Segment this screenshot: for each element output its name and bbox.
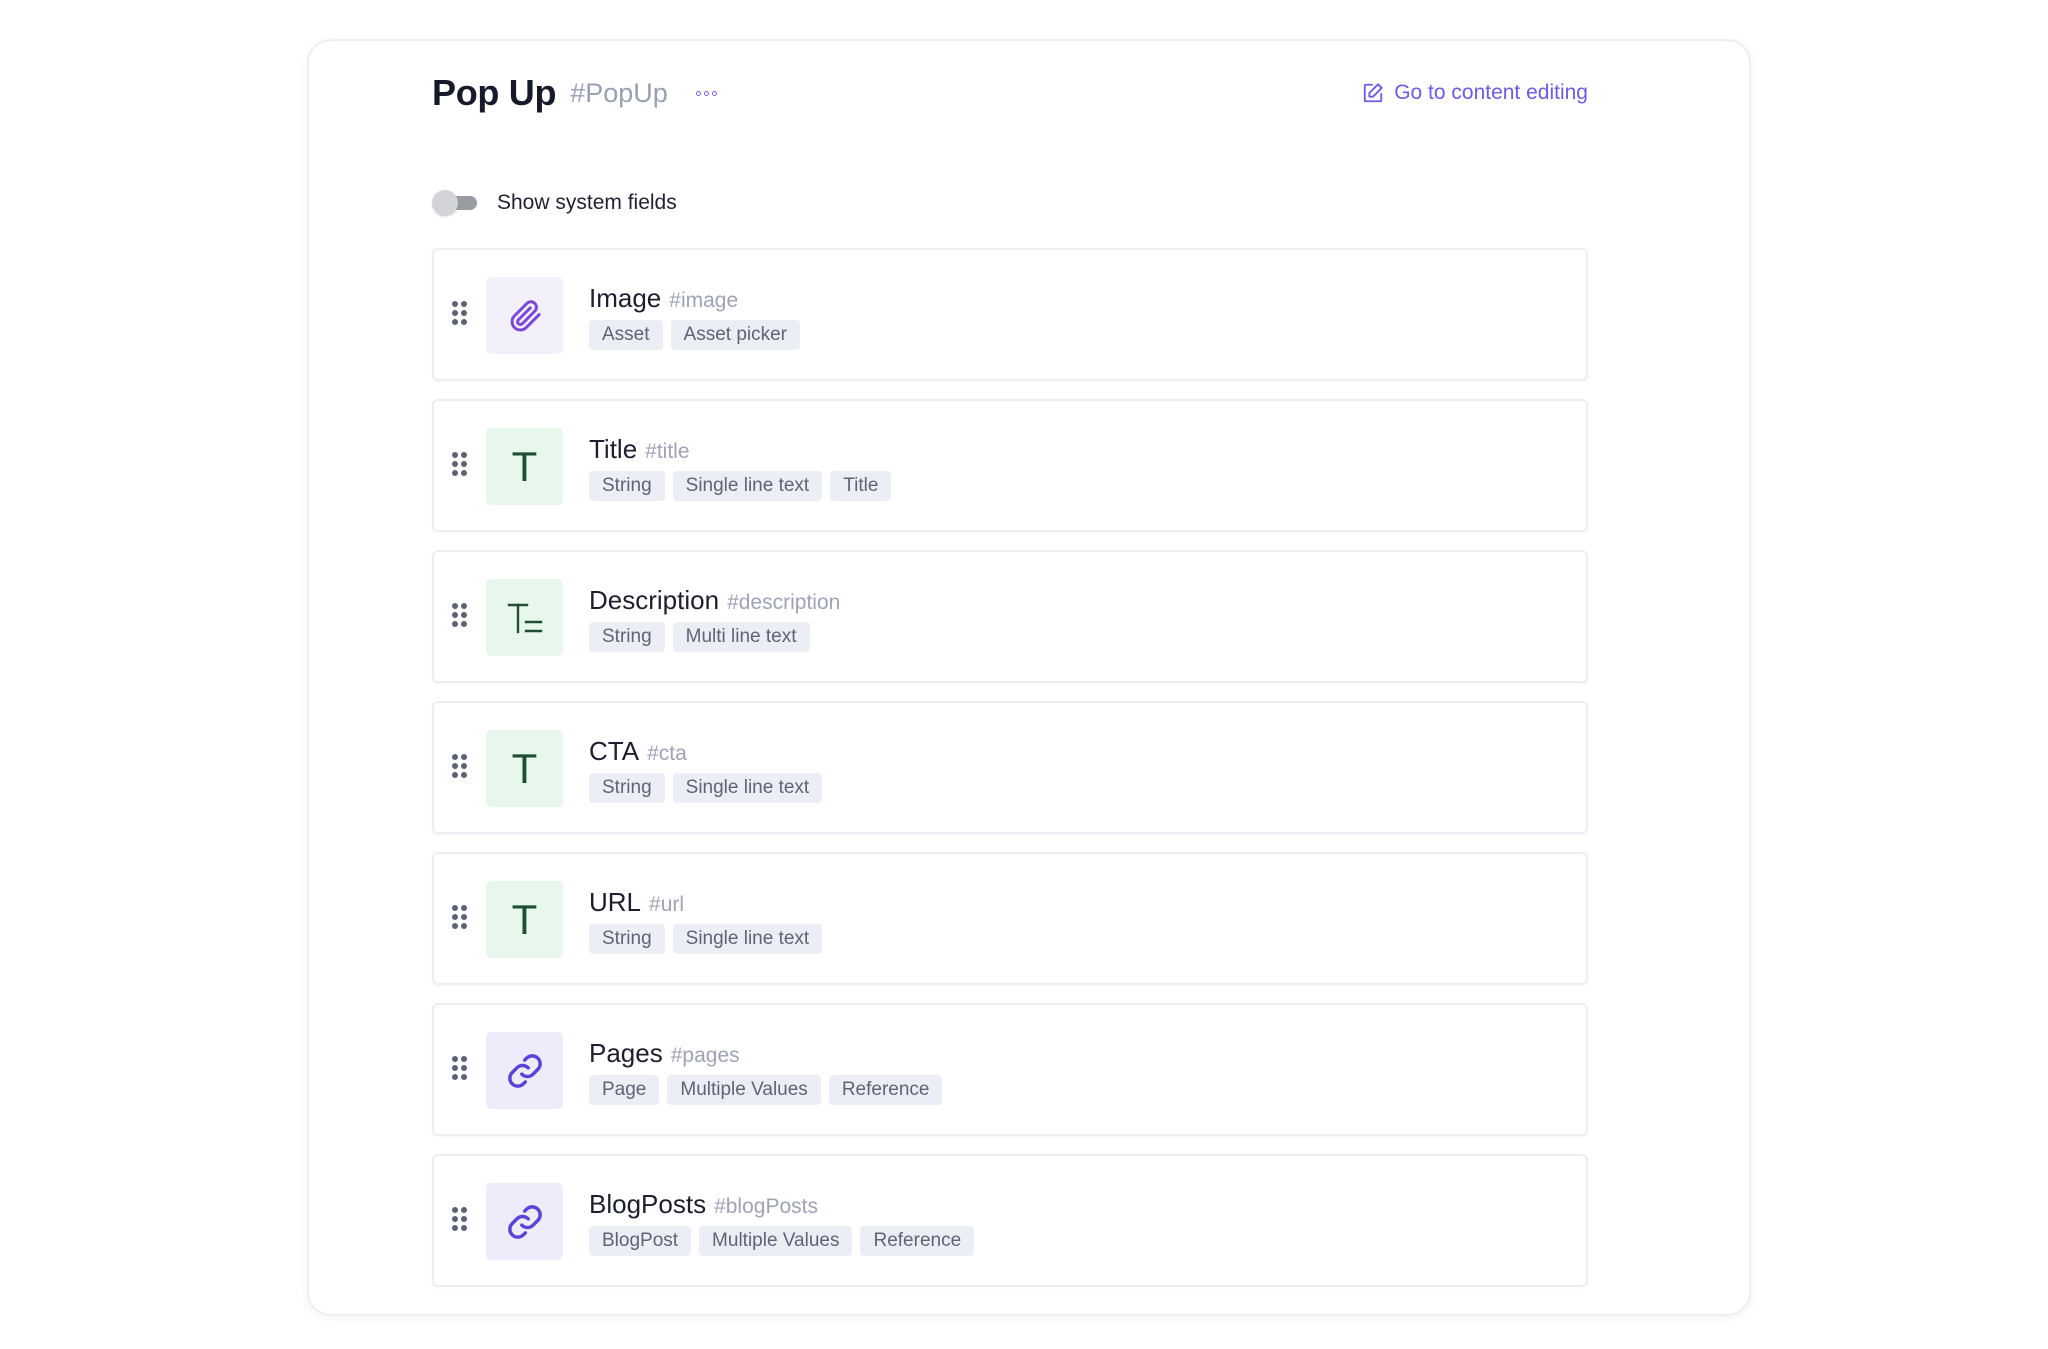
system-fields-toggle-row: Show system fields [432,188,677,218]
field-info: Title #title String Single line text Tit… [589,434,892,501]
field-api-id: #url [649,893,685,916]
field-tags: Page Multiple Values Reference [589,1075,943,1105]
field-info: URL #url String Single line text [589,887,823,954]
field-tag: String [589,471,665,501]
field-tag: Multiple Values [699,1226,853,1256]
field-row[interactable]: Description #description String Multi li… [432,550,1588,683]
schema-header: Pop Up #PopUp Go to content editing [432,63,1588,123]
field-api-id: #image [669,289,739,312]
schema-card: Pop Up #PopUp Go to content editing Show… [307,39,1751,1316]
field-api-id: #description [727,591,841,614]
link-icon [486,1183,563,1260]
field-tags: String Multi line text [589,622,840,652]
model-api-id: #PopUp [570,77,668,108]
field-api-id: #cta [647,742,687,765]
field-row[interactable]: T CTA #cta String Single line text [432,701,1588,834]
field-info: CTA #cta String Single line text [589,736,823,803]
field-name: Image [589,283,662,313]
field-api-id: #pages [670,1044,740,1067]
field-tag: Asset picker [670,320,801,350]
field-tag: BlogPost [589,1226,692,1256]
field-tag: Page [589,1075,660,1105]
show-system-fields-label: Show system fields [497,191,677,214]
more-horizontal-icon [695,90,717,96]
page: Pop Up #PopUp Go to content editing Show… [0,0,2048,1349]
field-list: Image #image Asset Asset picker T Title … [432,248,1588,1305]
field-row[interactable]: T URL #url String Single line text [432,852,1588,985]
drag-handle-icon[interactable] [452,603,467,627]
drag-handle-icon[interactable] [452,301,467,325]
field-row[interactable]: Image #image Asset Asset picker [432,248,1588,381]
field-tag: String [589,773,665,803]
field-name: Description [589,585,720,615]
go-to-content-editing-label: Go to content editing [1394,81,1588,104]
field-tag: Reference [828,1075,943,1105]
single-line-text-icon: T [486,730,563,807]
field-tag: Single line text [672,924,823,954]
drag-handle-icon[interactable] [452,905,467,929]
field-name: BlogPosts [589,1189,707,1219]
field-tag: Single line text [672,471,823,501]
field-tag: String [589,622,665,652]
field-tags: BlogPost Multiple Values Reference [589,1226,975,1256]
field-tag: String [589,924,665,954]
field-tag: Multi line text [672,622,810,652]
field-name: URL [589,887,642,917]
field-info: Image #image Asset Asset picker [589,283,801,350]
drag-handle-icon[interactable] [452,1207,467,1231]
paperclip-icon [486,277,563,354]
field-row[interactable]: BlogPosts #blogPosts BlogPost Multiple V… [432,1154,1588,1287]
field-tags: String Single line text Title [589,471,892,501]
more-options-button[interactable] [694,83,719,103]
field-tag: Single line text [672,773,823,803]
field-tag: Multiple Values [667,1075,821,1105]
field-row[interactable]: T Title #title String Single line text T… [432,399,1588,532]
field-name: Pages [589,1038,663,1068]
title-group: Pop Up #PopUp [432,63,719,123]
field-tag: Asset [589,320,663,350]
edit-icon [1362,82,1384,104]
field-tag: Reference [860,1226,975,1256]
model-name: Pop Up [432,72,557,113]
single-line-text-icon: T [486,428,563,505]
drag-handle-icon[interactable] [452,452,467,476]
multi-line-text-icon [486,579,563,656]
field-api-id: #title [645,440,690,463]
field-name: Title [589,434,638,464]
field-row[interactable]: Pages #pages Page Multiple Values Refere… [432,1003,1588,1136]
field-tags: String Single line text [589,924,823,954]
drag-handle-icon[interactable] [452,754,467,778]
field-tag: Title [830,471,892,501]
field-tags: String Single line text [589,773,823,803]
go-to-content-editing-link[interactable]: Go to content editing [1362,63,1588,123]
field-tags: Asset Asset picker [589,320,801,350]
field-info: BlogPosts #blogPosts BlogPost Multiple V… [589,1189,975,1256]
field-api-id: #blogPosts [714,1195,818,1218]
field-info: Pages #pages Page Multiple Values Refere… [589,1038,943,1105]
single-line-text-icon: T [486,881,563,958]
field-name: CTA [589,736,640,766]
drag-handle-icon[interactable] [452,1056,467,1080]
field-info: Description #description String Multi li… [589,585,840,652]
link-icon [486,1032,563,1109]
show-system-fields-toggle[interactable] [432,190,477,216]
